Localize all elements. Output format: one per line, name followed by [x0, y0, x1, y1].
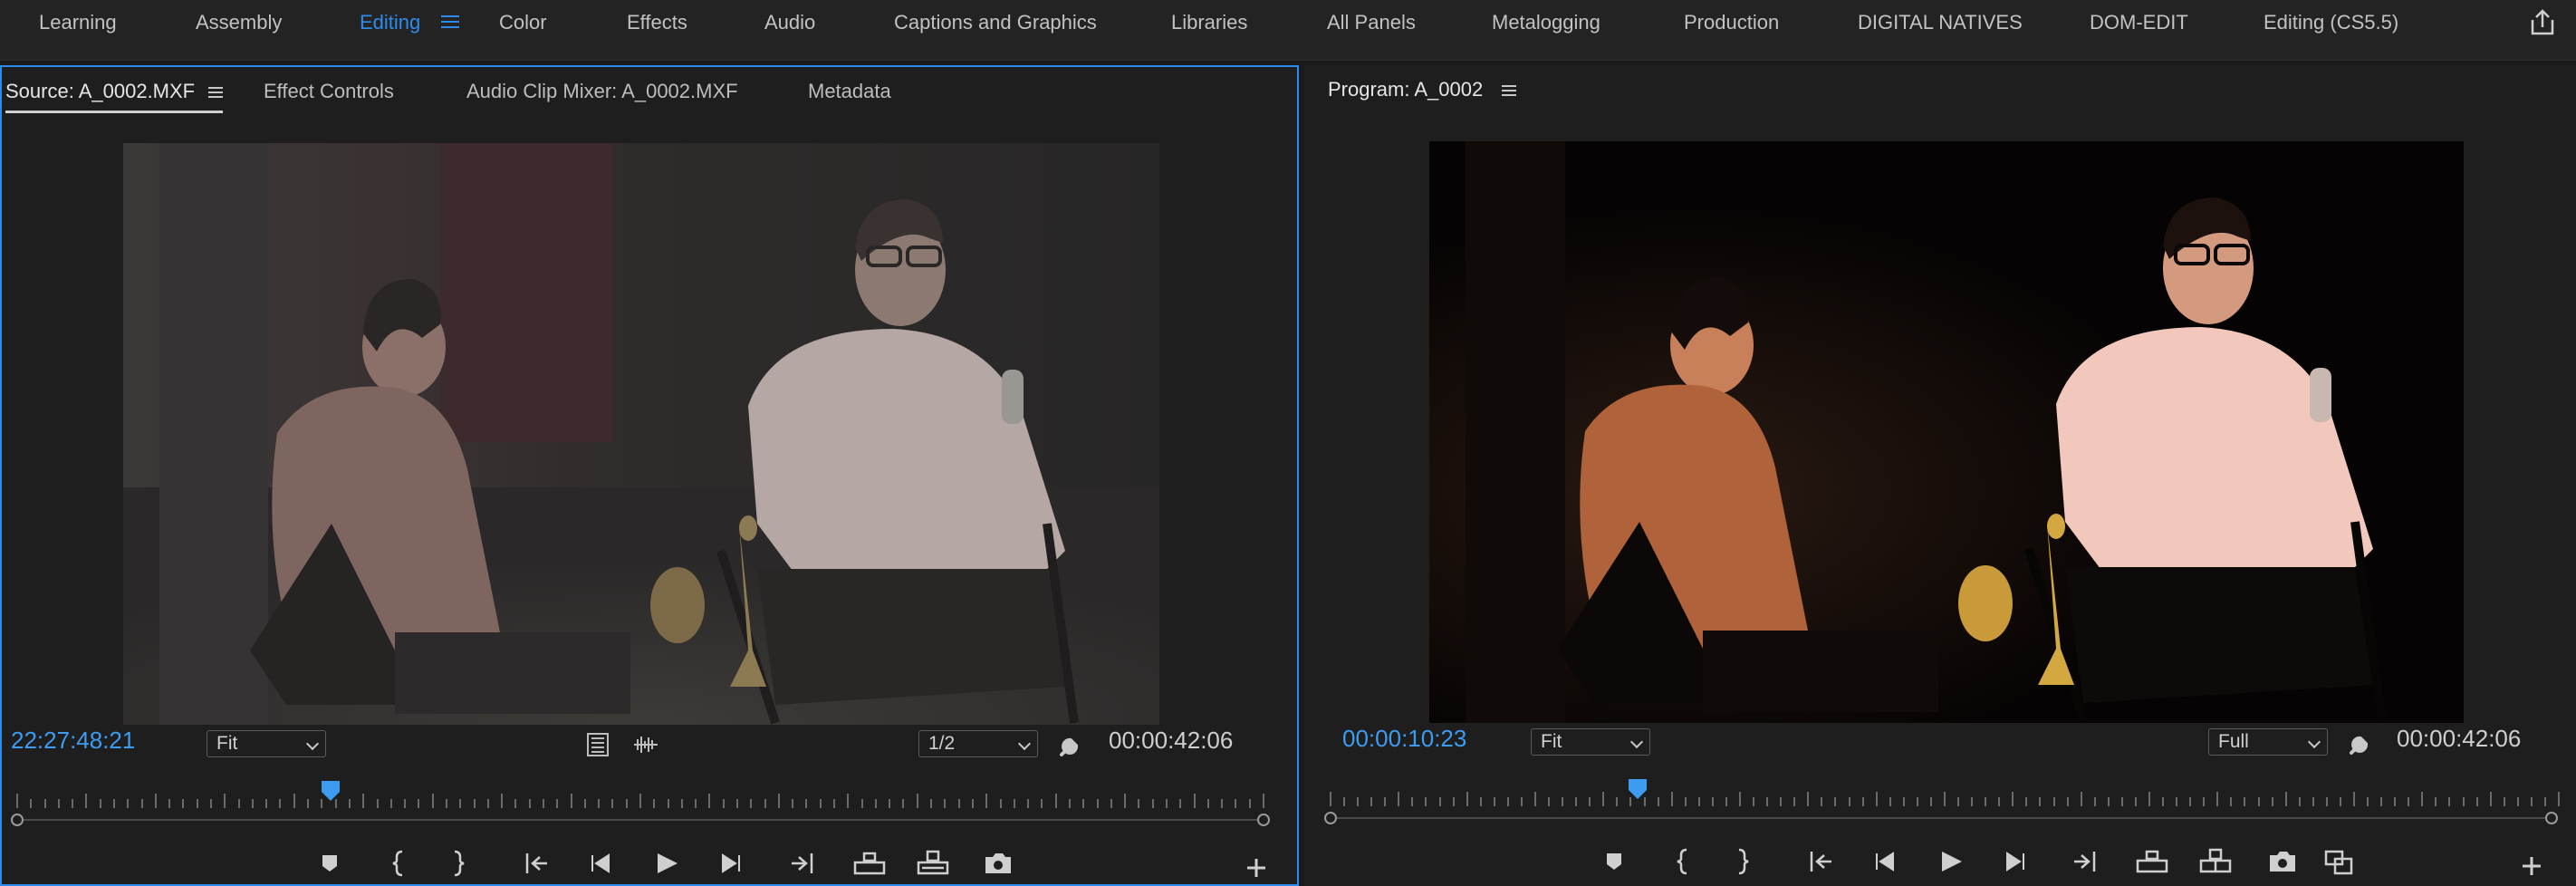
source-scrub-start-handle[interactable]: [11, 814, 24, 826]
plus-icon: [1247, 859, 1265, 877]
plus-icon: [2523, 857, 2541, 875]
extract-icon: [2199, 848, 2232, 873]
workspace-tab-captions[interactable]: Captions and Graphics: [894, 11, 1097, 34]
add-marker-icon: [1607, 853, 1621, 870]
drag-video-only-icon[interactable]: [587, 733, 609, 761]
lift-icon: [2136, 850, 2168, 873]
source-monitor-panel: Source: A_0002.MXF Effect Controls Audio…: [0, 65, 1299, 886]
mark-out-icon: [454, 850, 465, 877]
program-scrub-start-handle[interactable]: [1324, 812, 1337, 824]
step-back-icon: [1876, 852, 1894, 872]
source-resolution-dropdown[interactable]: 1/2: [918, 730, 1038, 757]
program-time-ruler[interactable]: [1330, 792, 2560, 806]
wrench-icon[interactable]: [2348, 729, 2375, 761]
source-time-ruler[interactable]: [16, 794, 1264, 808]
workspace-tab-assembly[interactable]: Assembly: [196, 11, 282, 34]
go-to-in-icon: [1810, 852, 1831, 872]
source-current-timecode[interactable]: 22:27:48:21: [11, 727, 135, 755]
workspace-tab-production[interactable]: Production: [1684, 11, 1779, 34]
program-monitor-panel: Program: A_0002 00:00:10:23 Fit Full 00:…: [1304, 65, 2576, 886]
go-to-out-icon: [792, 853, 813, 873]
comparison-view-icon: [2324, 850, 2353, 875]
workspace-tab-learning[interactable]: Learning: [39, 11, 117, 34]
workspace-tab-dom-edit[interactable]: DOM-EDIT: [2090, 11, 2188, 34]
chevron-down-icon: [1017, 737, 1032, 751]
source-panel-menu-icon[interactable]: [208, 85, 223, 100]
source-scrub-bar[interactable]: [18, 819, 1268, 821]
chevron-down-icon: [305, 737, 320, 751]
source-zoom-dropdown[interactable]: Fit: [207, 730, 326, 757]
program-video-frame[interactable]: [1429, 141, 2464, 723]
chevron-down-icon: [1629, 735, 1644, 749]
workspace-tab-effects[interactable]: Effects: [627, 11, 687, 34]
active-tab-underline: [5, 111, 223, 113]
wrench-icon[interactable]: [1058, 731, 1085, 763]
workspace-menu-icon[interactable]: [441, 13, 459, 31]
source-playhead[interactable]: [320, 781, 341, 805]
workspace-tab-editing-cs55[interactable]: Editing (CS5.5): [2264, 11, 2398, 34]
mark-in-icon: [1677, 848, 1687, 875]
program-panel-menu-icon[interactable]: [1502, 83, 1516, 98]
program-current-timecode[interactable]: 00:00:10:23: [1342, 725, 1466, 753]
workspace-tab-color[interactable]: Color: [499, 11, 547, 34]
workspace-tab-audio[interactable]: Audio: [764, 11, 815, 34]
program-playhead[interactable]: [1627, 779, 1648, 804]
play-icon: [658, 853, 678, 873]
source-scrub-end-handle[interactable]: [1257, 814, 1270, 826]
workspace-tab-libraries[interactable]: Libraries: [1171, 11, 1247, 34]
play-icon: [1942, 852, 1962, 872]
program-scrub-end-handle[interactable]: [2545, 812, 2558, 824]
workspace-tab-editing[interactable]: Editing: [360, 11, 420, 34]
tab-metadata[interactable]: Metadata: [808, 80, 891, 103]
drag-audio-only-icon[interactable]: [632, 735, 659, 759]
tab-audio-clip-mixer[interactable]: Audio Clip Mixer: A_0002.MXF: [466, 80, 738, 103]
add-marker-icon: [322, 855, 337, 872]
program-panel-title[interactable]: Program: A_0002: [1328, 78, 1483, 101]
workspace-tab-metalogging[interactable]: Metalogging: [1492, 11, 1600, 34]
program-transport-controls: [1304, 843, 2576, 879]
overwrite-icon: [917, 850, 949, 875]
step-forward-icon: [2006, 852, 2024, 872]
workspace-tab-all-panels[interactable]: All Panels: [1327, 11, 1416, 34]
workspace-bar: Learning Assembly Editing Color Effects …: [0, 0, 2576, 61]
tab-source[interactable]: Source: A_0002.MXF: [5, 80, 195, 103]
go-to-out-icon: [2074, 852, 2096, 872]
program-duration-timecode: 00:00:42:06: [2397, 725, 2522, 752]
program-zoom-value: Fit: [1541, 731, 1562, 752]
program-scrub-bar[interactable]: [1331, 817, 2554, 819]
tab-effect-controls[interactable]: Effect Controls: [264, 80, 394, 103]
step-back-icon: [591, 853, 610, 873]
chevron-down-icon: [2307, 735, 2321, 749]
export-icon[interactable]: [2527, 7, 2558, 38]
go-to-in-icon: [525, 853, 547, 873]
source-duration-timecode: 00:00:42:06: [1109, 727, 1234, 754]
source-transport-controls: [2, 844, 1301, 881]
mark-in-icon: [392, 850, 403, 877]
program-resolution-value: Full: [2218, 731, 2249, 752]
program-zoom-dropdown[interactable]: Fit: [1531, 728, 1650, 756]
insert-icon: [853, 852, 886, 875]
workspace-tab-digital-natives[interactable]: DIGITAL NATIVES: [1858, 11, 2023, 34]
source-zoom-value: Fit: [216, 733, 238, 754]
step-forward-icon: [722, 853, 740, 873]
program-resolution-dropdown[interactable]: Full: [2208, 728, 2328, 756]
mark-out-icon: [1738, 848, 1749, 875]
source-video-frame[interactable]: [123, 143, 1159, 725]
source-resolution-value: 1/2: [928, 733, 956, 754]
